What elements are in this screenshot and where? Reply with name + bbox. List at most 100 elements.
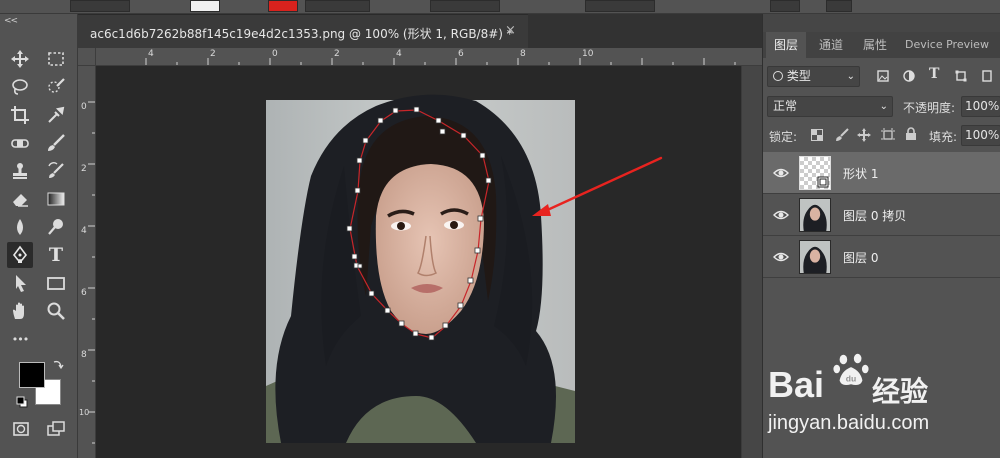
filter-smart-object-icon[interactable] [981, 70, 993, 82]
ruler-label: 8 [520, 49, 526, 59]
filter-shape-icon[interactable] [955, 70, 967, 82]
stroke-swatch[interactable] [268, 0, 298, 12]
canvas-area[interactable] [96, 66, 741, 458]
ruler-label: 4 [81, 226, 87, 236]
type-icon[interactable]: T [43, 242, 69, 268]
watermark-url: jingyan.baidu.com [768, 412, 930, 434]
tab-device-preview[interactable]: Device Preview [897, 32, 997, 58]
lock-pixels-icon[interactable] [835, 128, 849, 142]
width-field[interactable] [430, 0, 500, 12]
dodge-icon[interactable] [43, 214, 69, 240]
ruler-label: 10 [582, 49, 594, 59]
move-icon[interactable] [7, 46, 33, 72]
vertical-ruler[interactable]: 0 2 4 6 8 10 [78, 66, 96, 458]
lock-label: 锁定: [769, 130, 798, 144]
tab-layers[interactable]: 图层 [766, 32, 807, 58]
blur-icon[interactable] [7, 214, 33, 240]
ruler-label: 4 [396, 49, 402, 59]
stamp-icon[interactable] [7, 158, 33, 184]
swap-colors-icon[interactable] [52, 358, 64, 370]
tool-preset-picker[interactable] [70, 0, 130, 12]
horizontal-ruler[interactable]: 4 2 0 2 4 6 8 10 [96, 48, 762, 66]
layer-thumbnail [799, 198, 831, 232]
ruler-label: 6 [458, 49, 464, 59]
paw-logo-icon: du [833, 353, 869, 386]
marquee-icon[interactable] [43, 46, 69, 72]
chevron-down-icon: ⌄ [879, 101, 888, 112]
ruler-ticks [88, 101, 95, 444]
options-bar [0, 0, 1000, 14]
gradient-icon[interactable] [43, 186, 69, 212]
history-brush-icon[interactable] [43, 158, 69, 184]
collapse-toolbar-button[interactable]: << [4, 16, 18, 26]
ruler-label: 0 [81, 102, 87, 112]
vertical-scrollbar[interactable] [741, 66, 762, 458]
path-ops-button[interactable] [770, 0, 800, 12]
fill-field[interactable]: 100% [961, 125, 1000, 146]
watermark-brand: Bai [768, 364, 825, 405]
more-icon[interactable]: ••• [7, 326, 33, 352]
hand-icon[interactable] [7, 298, 33, 324]
close-document-icon[interactable]: × [505, 23, 516, 38]
ruler-label: 6 [81, 288, 87, 298]
panel-header [763, 14, 1000, 32]
layer-thumbnail [799, 156, 831, 190]
ruler-label: 10 [79, 408, 90, 417]
fill-label: 填充: [929, 130, 958, 144]
baidu-watermark: Bai du 经验 jingyan.baidu.com [764, 350, 1000, 440]
path-select-icon[interactable] [7, 270, 33, 296]
visibility-eye-icon[interactable] [773, 165, 789, 181]
crop-icon[interactable] [7, 102, 33, 128]
ruler-origin[interactable] [78, 48, 96, 66]
foreground-color-swatch[interactable] [19, 362, 45, 388]
default-colors-icon[interactable] [16, 396, 28, 408]
panel-tabs: 图层 通道 属性 Device Preview [763, 32, 1000, 58]
document-tab[interactable]: ac6c1d6b7262b88f145c19e4d2c1353.png @ 10… [78, 14, 528, 48]
layer-filter-select[interactable]: 类型 ⌄ [767, 66, 860, 87]
opacity-field[interactable]: 100% [961, 96, 1000, 117]
lock-transparent-icon[interactable] [811, 129, 823, 141]
eyedropper-icon[interactable] [43, 102, 69, 128]
filter-adjustment-icon[interactable] [903, 70, 915, 82]
svg-text:du: du [846, 373, 856, 383]
document-title: ac6c1d6b7262b88f145c19e4d2c1353.png @ 10… [90, 27, 513, 41]
blend-mode-select[interactable]: 正常 ⌄ [767, 96, 893, 117]
lock-position-icon[interactable] [857, 128, 871, 142]
ruler-label: 2 [334, 49, 340, 59]
healing-icon[interactable] [7, 130, 33, 156]
tab-properties[interactable]: 属性 [855, 32, 895, 58]
filter-pixel-icon[interactable] [877, 70, 889, 82]
visibility-eye-icon[interactable] [773, 207, 789, 223]
quick-select-icon[interactable] [43, 74, 69, 100]
layer-filter-label: 类型 [786, 69, 811, 83]
visibility-eye-icon[interactable] [773, 249, 789, 265]
chevron-down-icon: ⌄ [846, 71, 855, 82]
layer-name: 图层 0 [843, 251, 879, 265]
lock-all-icon[interactable] [905, 127, 917, 141]
watermark-brand-tail: 经验 [872, 375, 929, 408]
tab-channels[interactable]: 通道 [811, 32, 851, 58]
layer-row-layer-0[interactable]: 图层 0 [763, 236, 1000, 278]
path-align-button[interactable] [826, 0, 852, 12]
layer-row-shape-1[interactable]: 形状 1 [763, 152, 1000, 194]
fill-swatch[interactable] [190, 0, 220, 12]
layer-thumbnail [799, 240, 831, 274]
zoom-icon[interactable] [43, 298, 69, 324]
quick-mask-icon[interactable] [8, 416, 34, 442]
tab-strip [528, 14, 762, 48]
height-field[interactable] [585, 0, 655, 12]
lock-artboard-icon[interactable] [881, 128, 895, 142]
lasso-icon[interactable] [7, 74, 33, 100]
brush-icon[interactable] [43, 130, 69, 156]
rectangle-icon[interactable] [43, 270, 69, 296]
screen-mode-icon[interactable] [43, 416, 69, 442]
stroke-width-field[interactable] [305, 0, 370, 12]
layer-name: 形状 1 [843, 167, 879, 181]
opacity-label: 不透明度: [903, 101, 956, 115]
filter-type-icon[interactable]: T [929, 66, 939, 82]
layer-row-layer-0-copy[interactable]: 图层 0 拷贝 [763, 194, 1000, 236]
eraser-icon[interactable] [7, 186, 33, 212]
tools-panel: << T ••• [0, 14, 78, 458]
vector-mask-icon [817, 176, 829, 188]
pen-icon[interactable] [7, 242, 33, 268]
